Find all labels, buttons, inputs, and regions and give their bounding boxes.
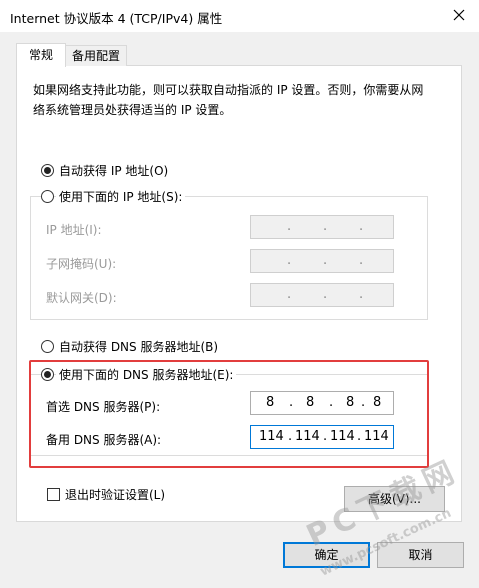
advanced-button[interactable]: 高级(V)...	[344, 486, 445, 512]
octet: 8	[266, 395, 275, 410]
subnet-mask-field: ...	[250, 249, 394, 273]
auto-ip-label[interactable]: 自动获得 IP 地址(O)	[59, 162, 168, 179]
radio-manual-ip[interactable]	[41, 190, 54, 203]
manual-dns-label[interactable]: 使用下面的 DNS 服务器地址(E):	[56, 366, 237, 383]
tab-alternate-configuration[interactable]: 备用配置	[65, 45, 127, 66]
octet: 114	[259, 429, 284, 444]
default-gateway-label: 默认网关(D):	[46, 291, 117, 305]
octet: 8	[373, 395, 382, 410]
cancel-button[interactable]: 取消	[377, 542, 464, 568]
tab-general[interactable]: 常规	[16, 43, 66, 67]
radio-auto-ip[interactable]	[41, 164, 54, 177]
octet: 8	[346, 395, 355, 410]
octet: 114	[364, 429, 389, 444]
auto-dns-label[interactable]: 自动获得 DNS 服务器地址(B)	[59, 338, 218, 355]
radio-manual-dns[interactable]	[41, 368, 54, 381]
default-gateway-field: ...	[250, 283, 394, 307]
octet: 114	[295, 429, 320, 444]
validate-settings-label[interactable]: 退出时验证设置(L)	[65, 486, 165, 503]
subnet-mask-label: 子网掩码(U):	[46, 257, 117, 271]
radio-selected-dot	[44, 371, 51, 378]
description-text: 如果网络支持此功能，则可以获取自动指派的 IP 设置。否则，你需要从网络系统管理…	[33, 83, 424, 117]
octet: 114	[330, 429, 355, 444]
alternate-dns-field[interactable]: 114 . 114 . 114 . 114	[250, 425, 394, 449]
alternate-dns-label: 备用 DNS 服务器(A):	[46, 433, 162, 447]
close-button[interactable]	[443, 2, 477, 30]
radio-selected-dot	[44, 167, 51, 174]
radio-auto-dns[interactable]	[41, 340, 54, 353]
manual-ip-label[interactable]: 使用下面的 IP 地址(S):	[56, 188, 186, 205]
dialog-title: Internet 协议版本 4 (TCP/IPv4) 属性	[10, 11, 223, 26]
octet: 8	[306, 395, 315, 410]
close-icon	[453, 9, 465, 21]
ip-address-label: IP 地址(I):	[46, 223, 102, 237]
preferred-dns-label: 首选 DNS 服务器(P):	[46, 400, 161, 414]
preferred-dns-field[interactable]: 8 . 8 . 8 . 8	[250, 391, 394, 415]
ok-button[interactable]: 确定	[283, 542, 370, 568]
validate-settings-checkbox[interactable]	[47, 488, 60, 501]
ip-address-field: ...	[250, 215, 394, 239]
